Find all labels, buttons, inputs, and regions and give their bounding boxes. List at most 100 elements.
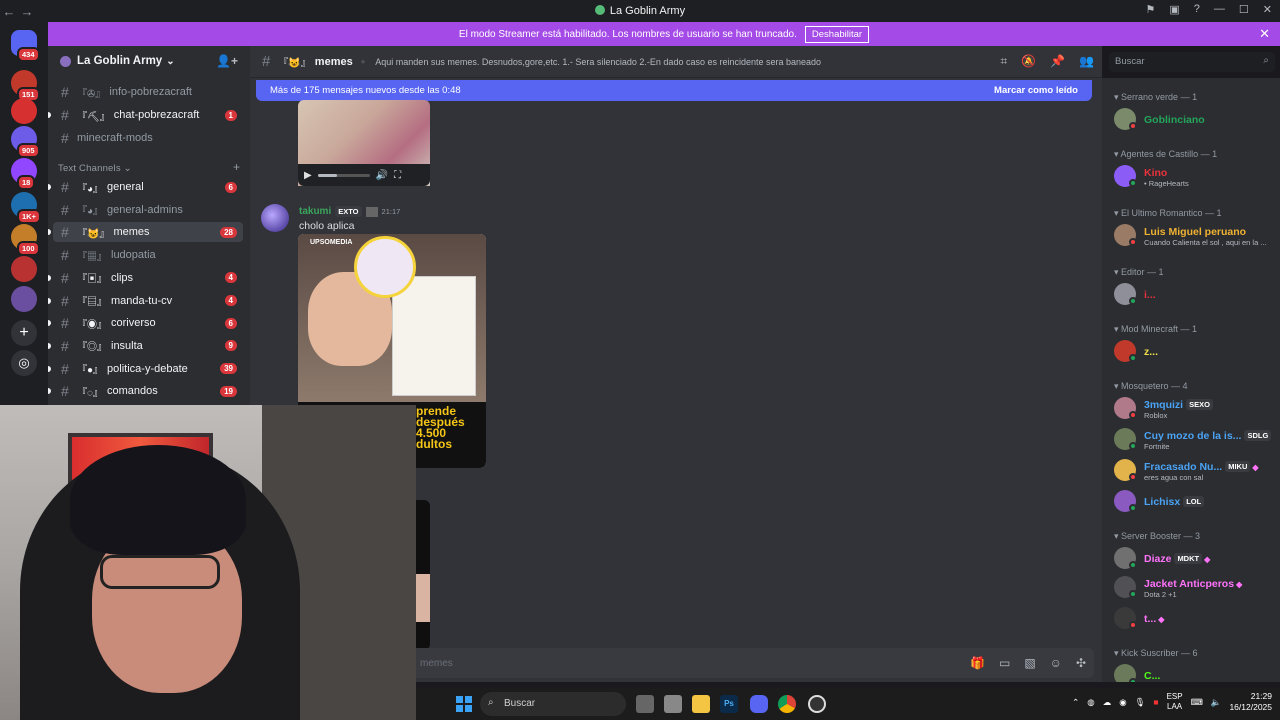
- unread-indicator: [48, 112, 51, 118]
- back-arrow-icon[interactable]: ←: [0, 4, 18, 19]
- forward-arrow-icon[interactable]: →: [18, 4, 36, 19]
- channel-politica-y-debate[interactable]: # 『●』 politica-y-debate 39: [48, 359, 243, 379]
- server-icon[interactable]: 18: [11, 158, 37, 190]
- channel-name: minecraft-mods: [77, 132, 153, 144]
- server-icon[interactable]: 100: [11, 224, 40, 256]
- gift-icon[interactable]: 🎁: [970, 656, 985, 670]
- tray-app-icon-2[interactable]: ◉: [1119, 697, 1126, 708]
- channel-info-pobrezacraft[interactable]: # 『✇』 info-pobrezacraft: [53, 82, 243, 102]
- chrome-icon[interactable]: [778, 695, 796, 713]
- channel-topic[interactable]: Aqui manden sus memes. Desnudos,gore,etc…: [375, 57, 821, 67]
- member-name: Diaze MDKT ◆: [1144, 553, 1210, 565]
- channel-comandos[interactable]: # 『◌』 comandos 19: [48, 381, 243, 401]
- tray-app-icon[interactable]: ◍: [1087, 697, 1094, 708]
- help-icon[interactable]: ?: [1194, 3, 1200, 16]
- server-icon[interactable]: [11, 256, 37, 282]
- channel-memes[interactable]: # 『😺』 memes 28: [48, 222, 243, 243]
- app-icon-1[interactable]: [664, 695, 682, 713]
- tray-app-icon-3[interactable]: ■: [1153, 697, 1158, 707]
- gif-icon[interactable]: ▭: [999, 656, 1010, 670]
- onedrive-icon[interactable]: ☁: [1103, 697, 1112, 708]
- network-icon[interactable]: ⌨: [1191, 697, 1203, 708]
- obs-icon[interactable]: [808, 695, 826, 713]
- member-row[interactable]: C...: [1114, 662, 1278, 682]
- apps-icon[interactable]: ✣: [1076, 656, 1086, 670]
- member-row[interactable]: Goblinciano: [1114, 106, 1278, 132]
- channel-name: general: [107, 181, 144, 193]
- threads-icon[interactable]: ⌗: [1000, 54, 1007, 69]
- fullscreen-icon[interactable]: ⛶: [394, 170, 401, 181]
- channel-general[interactable]: # 『◕』 general 6: [48, 177, 243, 197]
- search-input[interactable]: Buscar ⌕: [1109, 52, 1275, 72]
- channel-chat-pobrezacraft[interactable]: # 『⛏』 chat-pobrezacraft 1: [48, 105, 243, 125]
- play-icon[interactable]: ▶: [304, 170, 312, 181]
- volume-tray-icon[interactable]: 🔈: [1211, 697, 1222, 708]
- server-icon[interactable]: 1K+: [11, 192, 41, 224]
- emoji-icon[interactable]: ☺: [1050, 656, 1062, 670]
- file-explorer-icon[interactable]: [692, 695, 710, 713]
- discord-icon[interactable]: [750, 695, 768, 713]
- server-mention-badge: 100: [17, 241, 40, 256]
- task-view-icon[interactable]: [636, 695, 654, 713]
- member-row[interactable]: Fracasado Nu... MIKU ◆ eres agua con sal: [1114, 457, 1278, 483]
- member-row[interactable]: Cuy mozo de la is... SDLG Fortnite: [1114, 426, 1278, 452]
- server-icon[interactable]: 905: [11, 126, 40, 158]
- member-row[interactable]: 3mquizi SEXO Roblox: [1114, 395, 1278, 421]
- hash-icon: #: [61, 337, 69, 354]
- start-button[interactable]: [456, 696, 472, 712]
- member-row[interactable]: z...: [1114, 338, 1278, 364]
- volume-icon[interactable]: 🔊: [376, 170, 388, 181]
- language-indicator[interactable]: ESP LAA: [1167, 692, 1183, 712]
- sticker-icon[interactable]: ▧: [1024, 656, 1035, 670]
- member-row[interactable]: i...: [1114, 281, 1278, 307]
- member-row[interactable]: Lichisx LOL: [1114, 488, 1278, 514]
- member-tag: SDLG: [1244, 430, 1272, 441]
- title-bar: ← → La Goblin Army ⚑ ▣ ? — ☐ ✕: [0, 0, 1280, 22]
- discover-icon[interactable]: ◎: [11, 350, 37, 376]
- members-icon[interactable]: 👥: [1079, 54, 1094, 69]
- clock[interactable]: 21:29 16/12/2025: [1229, 691, 1272, 713]
- server-icon[interactable]: 434: [11, 30, 40, 62]
- channel-clips[interactable]: # 『▣』 clips 4: [48, 268, 243, 288]
- microphone-icon[interactable]: 🎙: [1135, 697, 1146, 708]
- pin-icon[interactable]: 📌: [1050, 54, 1065, 69]
- member-row[interactable]: Jacket Anticperos ◆ Dota 2 +1: [1114, 574, 1278, 600]
- video-progress-bar[interactable]: [317, 173, 370, 177]
- channel-minecraft-mods[interactable]: # minecraft-mods: [53, 128, 243, 148]
- maximize-icon[interactable]: ☐: [1239, 3, 1249, 16]
- server-header[interactable]: La Goblin Army ⌄ 👤+: [48, 46, 250, 76]
- mark-as-read-button[interactable]: Marcar como leído: [994, 85, 1078, 96]
- minimize-icon[interactable]: —: [1214, 3, 1225, 16]
- channel-manda-tu-cv[interactable]: # 『▤』 manda-tu-cv 4: [48, 291, 243, 311]
- server-icon[interactable]: 151: [11, 70, 40, 102]
- channel-insulta[interactable]: # 『◎』 insulta 9: [48, 336, 243, 356]
- photoshop-icon[interactable]: Ps: [720, 695, 738, 713]
- server-icon[interactable]: [11, 286, 37, 312]
- streamer-mode-banner: El modo Streamer está habilitado. Los no…: [48, 22, 1280, 46]
- member-row[interactable]: Luis Miguel peruano Cuando Calienta el so…: [1114, 222, 1278, 248]
- create-channel-icon[interactable]: +: [233, 160, 240, 174]
- add-member-icon[interactable]: 👤+: [216, 54, 238, 68]
- mute-bell-icon[interactable]: 🔕: [1021, 54, 1036, 69]
- author-name[interactable]: takumi: [299, 206, 331, 217]
- channel-coriverso[interactable]: # 『◉』 coriverso 6: [48, 313, 243, 333]
- channel-general-admins[interactable]: # 『◕』 general-admins: [53, 200, 243, 220]
- member-row[interactable]: Kino • RageHearts: [1114, 163, 1278, 189]
- close-window-icon[interactable]: ✕: [1263, 3, 1272, 16]
- inbox-flag-icon[interactable]: ⚑: [1146, 3, 1156, 16]
- server-icon[interactable]: [11, 98, 37, 124]
- new-messages-bar[interactable]: Más de 175 mensajes nuevos desde las 0:4…: [256, 80, 1092, 101]
- member-row[interactable]: t... ◆: [1114, 605, 1278, 631]
- booster-icon: ◆: [1158, 615, 1165, 624]
- channel-ludopatia[interactable]: # 『▦』 ludopatia: [53, 245, 243, 265]
- disable-streamer-button[interactable]: Deshabilitar: [804, 25, 870, 43]
- channel-name: manda-tu-cv: [111, 294, 173, 307]
- screen-icon[interactable]: ▣: [1169, 3, 1179, 16]
- member-row[interactable]: Diaze MDKT ◆: [1114, 545, 1278, 571]
- close-banner-icon[interactable]: ✕: [1259, 26, 1270, 42]
- category-text-channels[interactable]: Text Channels ⌄: [58, 163, 132, 174]
- taskbar-search[interactable]: ⌕ Buscar: [480, 692, 626, 716]
- author-avatar[interactable]: [261, 204, 289, 232]
- tray-chevron-icon[interactable]: ⌃: [1072, 697, 1079, 708]
- add-server-icon[interactable]: +: [11, 320, 37, 346]
